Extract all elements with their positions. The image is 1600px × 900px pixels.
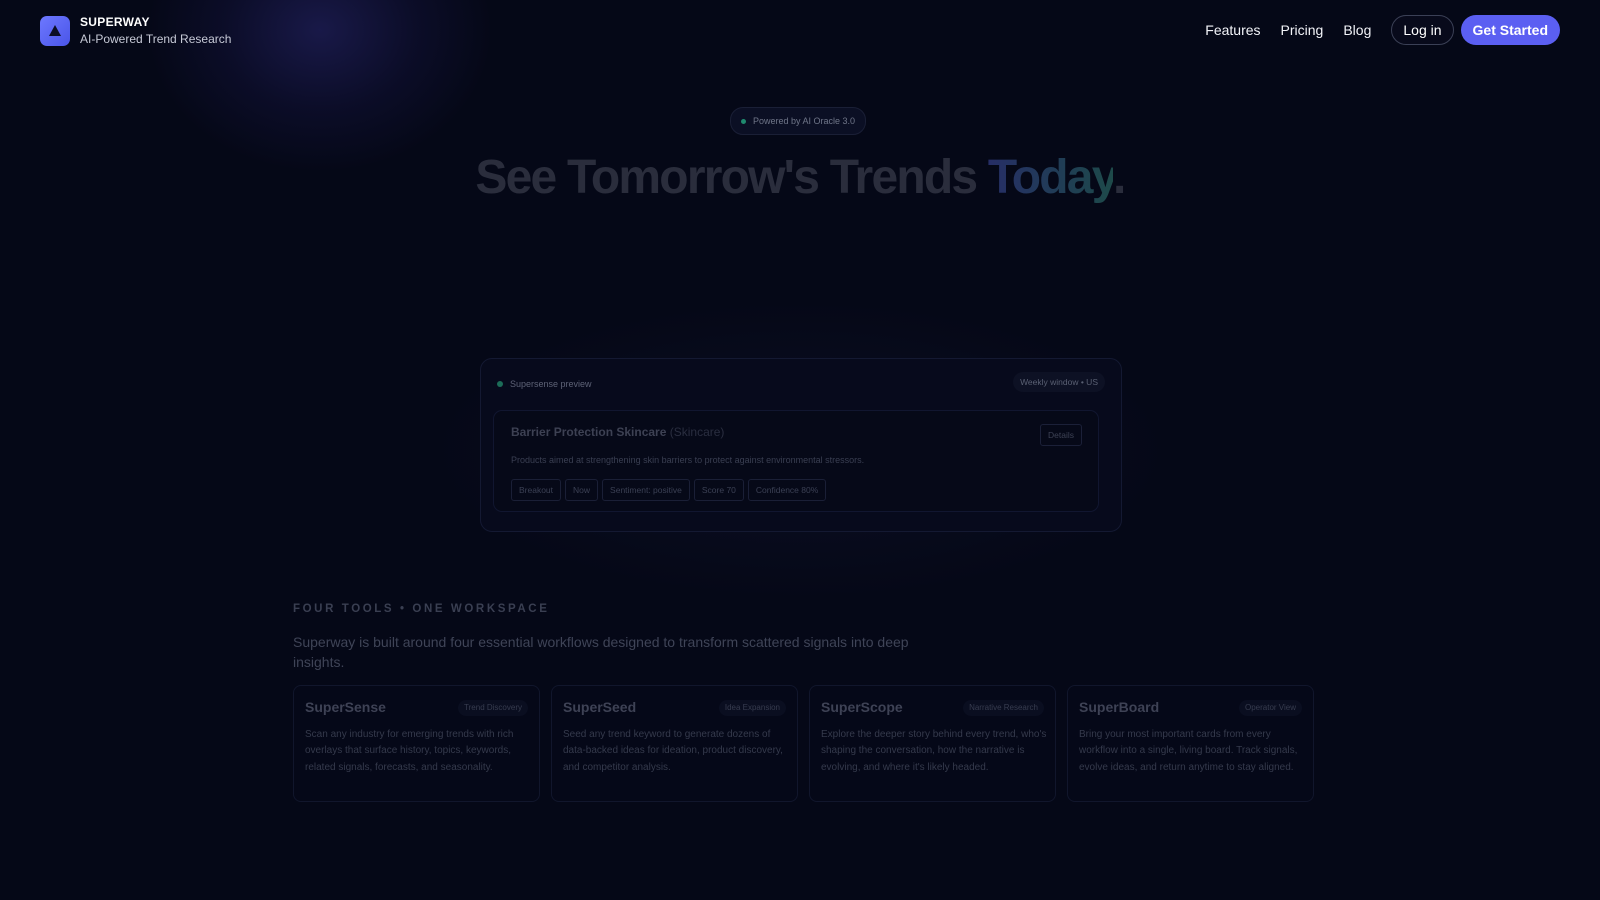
site-header: SUPERWAY AI-Powered Trend Research Featu… (0, 0, 1600, 60)
tool-description: Scan any industry for emerging trends wi… (305, 729, 514, 773)
tool-name: SuperSeed (563, 699, 637, 715)
tool-badge: Trend Discovery (458, 700, 528, 716)
section-label: FOUR TOOLS • ONE WORKSPACE (293, 603, 550, 615)
nav-link-blog[interactable]: Blog (1343, 22, 1371, 38)
tool-badge: Narrative Research (963, 700, 1044, 716)
tool-name: SuperBoard (1079, 699, 1160, 715)
trend-tags: Breakout Now Sentiment: positive Score 7… (511, 479, 830, 501)
tool-card-superboard[interactable]: SuperBoard Operator View Bring your most… (1067, 685, 1314, 802)
tool-description: Bring your most important cards from eve… (1079, 729, 1298, 773)
preview-label: Supersense preview (510, 379, 592, 389)
hero-title-accent: Today (987, 151, 1115, 204)
trend-category: (Skincare) (669, 425, 725, 439)
window-badge: Weekly window • US (1013, 372, 1105, 392)
brand[interactable]: SUPERWAY AI-Powered Trend Research (40, 15, 231, 47)
tool-name: SuperScope (821, 699, 903, 715)
status-dot-icon (497, 381, 503, 387)
details-button[interactable]: Details (1040, 424, 1082, 446)
powered-by-pill: Powered by AI Oracle 3.0 (730, 107, 867, 135)
tag-breakout: Breakout (511, 479, 562, 501)
brand-tagline: AI-Powered Trend Research (80, 32, 232, 46)
login-button[interactable]: Log in (1391, 15, 1454, 45)
tool-card-supersense[interactable]: SuperSense Trend Discovery Scan any indu… (293, 685, 540, 802)
tag-sentiment: Sentiment: positive (602, 479, 690, 501)
supersense-preview-card: Supersense preview Weekly window • US Ba… (480, 358, 1122, 532)
trend-title-text: Barrier Protection Skincare (511, 425, 667, 439)
hero-title-main: See Tomorrow's Trends (475, 151, 988, 204)
get-started-button[interactable]: Get Started (1460, 15, 1560, 45)
tag-confidence: Confidence 80% (747, 479, 827, 501)
tool-description: Seed any trend keyword to generate dozen… (563, 729, 783, 773)
status-dot-icon (741, 118, 746, 124)
trend-title: Barrier Protection Skincare (Skincare) (511, 425, 724, 439)
tool-card-superscope[interactable]: SuperScope Narrative Research Explore th… (809, 685, 1056, 802)
triangle-logo-icon (40, 16, 70, 46)
preview-header: Supersense preview (497, 379, 592, 389)
main-nav: Features Pricing Blog Log in Get Started (1205, 15, 1560, 45)
tag-score: Score 70 (693, 479, 744, 501)
tool-description: Explore the deeper story behind every tr… (821, 729, 1047, 773)
tool-name: SuperSense (305, 699, 386, 715)
nav-link-features[interactable]: Features (1205, 22, 1260, 38)
hero-title: See Tomorrow's Trends Today. (0, 150, 1600, 205)
trend-card: Barrier Protection Skincare (Skincare) D… (493, 410, 1099, 512)
brand-text: SUPERWAY AI-Powered Trend Research (80, 15, 231, 47)
tool-badge: Operator View (1239, 700, 1302, 716)
tool-badge: Idea Expansion (718, 700, 786, 716)
brand-name: SUPERWAY (80, 15, 150, 29)
section-description: Superway is built around four essential … (293, 634, 909, 670)
trend-description: Products aimed at strengthening skin bar… (511, 455, 865, 465)
tools-grid: SuperSense Trend Discovery Scan any indu… (293, 685, 1325, 802)
pill-text: Powered by AI Oracle 3.0 (753, 116, 856, 126)
tool-card-superseed[interactable]: SuperSeed Idea Expansion Seed any trend … (551, 685, 798, 802)
tag-now: Now (565, 479, 599, 501)
nav-link-pricing[interactable]: Pricing (1281, 22, 1324, 38)
hero-title-end: . (1113, 151, 1126, 204)
